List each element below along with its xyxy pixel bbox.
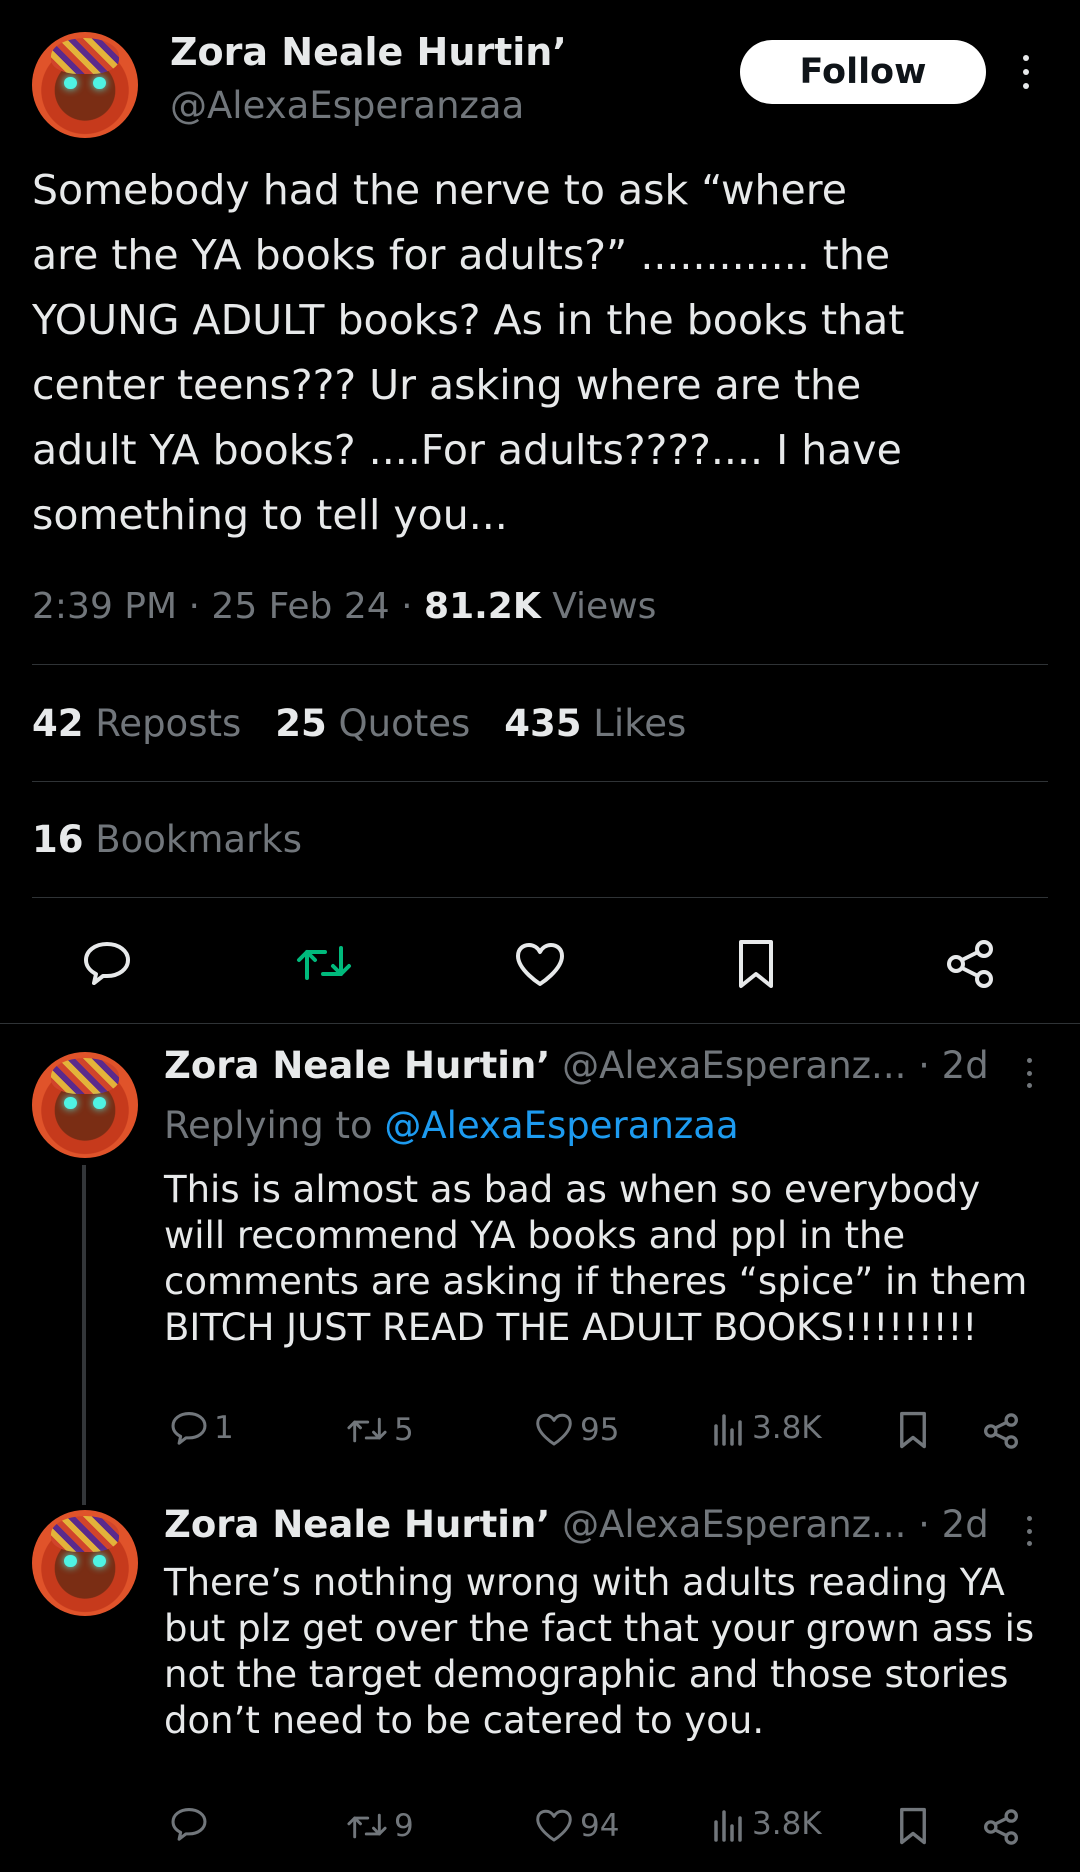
author-handle[interactable]: @AlexaEsperanzaa <box>170 84 524 127</box>
bookmarks-label: Bookmarks <box>95 818 302 861</box>
tweet-time: 2:39 PM <box>32 586 178 627</box>
follow-button[interactable]: Follow <box>740 40 986 104</box>
reply-author-handle[interactable]: @AlexaEsperanz... <box>562 1044 906 1087</box>
reply-age: · 2d <box>918 1044 989 1087</box>
bookmark-icon[interactable] <box>736 938 776 990</box>
bookmark-icon[interactable] <box>898 1410 928 1450</box>
share-icon[interactable] <box>944 938 996 990</box>
retweet-icon <box>347 1813 387 1839</box>
quotes-count: 25 <box>275 702 327 745</box>
view-count: 3.8K <box>752 1806 822 1842</box>
reply-icon[interactable] <box>82 940 132 986</box>
tweet-date: 25 Feb 24 <box>211 586 390 627</box>
views-button[interactable]: 3.8K <box>712 1410 822 1446</box>
reposts-count: 42 <box>32 702 84 745</box>
divider <box>32 781 1048 782</box>
quotes-label: Quotes <box>338 702 471 745</box>
divider <box>32 897 1048 898</box>
quotes-stat[interactable]: 25 Quotes <box>275 702 470 745</box>
replying-to-link[interactable]: @AlexaEsperanzaa <box>384 1104 738 1147</box>
author-name[interactable]: Zora Neale Hurtin’ <box>170 30 567 74</box>
reply-button[interactable]: 1 <box>170 1410 234 1446</box>
views-count: 81.2K <box>424 586 541 627</box>
analytics-icon <box>714 1810 742 1842</box>
reply-text: This is almost as bad as when so everybo… <box>164 1168 1028 1349</box>
meta-separator: · <box>188 586 200 627</box>
repost-count: 9 <box>394 1808 414 1844</box>
reply-count: 1 <box>214 1410 234 1446</box>
replying-prefix: Replying to <box>164 1104 373 1147</box>
reply-more-icon[interactable] <box>1024 1516 1034 1546</box>
reply-header: Zora Neale Hurtin’ @AlexaEsperanz... · 2… <box>164 1503 989 1546</box>
reply-text: There’s nothing wrong with adults readin… <box>164 1561 1035 1742</box>
heart-icon[interactable] <box>514 942 566 988</box>
replying-to: Replying to @AlexaEsperanzaa <box>164 1104 739 1147</box>
more-options-icon[interactable] <box>1020 55 1032 89</box>
repost-button[interactable]: 9 <box>346 1808 414 1844</box>
like-button[interactable]: 95 <box>534 1412 619 1448</box>
reply-button[interactable] <box>170 1806 214 1842</box>
reply-author-handle[interactable]: @AlexaEsperanz... <box>562 1503 906 1546</box>
thread-line <box>82 1165 86 1505</box>
tweet-text: Somebody had the nerve to ask “where are… <box>32 166 905 539</box>
view-count: 3.8K <box>752 1410 822 1446</box>
bookmarks-stat[interactable]: 16 Bookmarks <box>32 818 302 861</box>
views-label: Views <box>552 586 657 627</box>
reply-author-name[interactable]: Zora Neale Hurtin’ <box>164 1503 550 1546</box>
likes-count: 435 <box>504 702 582 745</box>
heart-icon <box>536 1809 572 1842</box>
repost-button[interactable]: 5 <box>346 1412 414 1448</box>
reply-more-icon[interactable] <box>1024 1058 1034 1088</box>
tweet-meta: 2:39 PM · 25 Feb 24 · 81.2K Views <box>32 586 656 627</box>
repost-count: 5 <box>394 1412 414 1448</box>
reply-header: Zora Neale Hurtin’ @AlexaEsperanz... · 2… <box>164 1044 989 1087</box>
reply-icon <box>171 1808 207 1841</box>
views-button[interactable]: 3.8K <box>712 1806 822 1842</box>
heart-icon <box>536 1413 572 1446</box>
share-icon[interactable] <box>982 1808 1020 1846</box>
likes-label: Likes <box>593 702 687 745</box>
bookmark-icon[interactable] <box>898 1806 928 1846</box>
reply-avatar[interactable] <box>32 1052 138 1158</box>
like-count: 94 <box>580 1808 620 1844</box>
reposts-stat[interactable]: 42 Reposts <box>32 702 241 745</box>
like-button[interactable]: 94 <box>534 1808 619 1844</box>
divider <box>0 1023 1080 1024</box>
engagement-stats: 42 Reposts 25 Quotes 435 Likes <box>32 702 686 745</box>
like-count: 95 <box>580 1412 620 1448</box>
share-icon[interactable] <box>982 1412 1020 1450</box>
reply-author-name[interactable]: Zora Neale Hurtin’ <box>164 1044 550 1087</box>
bookmarks-count: 16 <box>32 818 84 861</box>
reply-avatar[interactable] <box>32 1510 138 1616</box>
analytics-icon <box>714 1414 742 1446</box>
likes-stat[interactable]: 435 Likes <box>504 702 686 745</box>
avatar[interactable] <box>32 32 138 138</box>
meta-separator: · <box>401 586 413 627</box>
reply-icon <box>171 1412 207 1445</box>
divider <box>32 664 1048 665</box>
reposts-label: Reposts <box>95 702 242 745</box>
retweet-icon <box>347 1417 387 1443</box>
retweet-icon[interactable] <box>295 942 353 984</box>
reply-age: · 2d <box>918 1503 989 1546</box>
